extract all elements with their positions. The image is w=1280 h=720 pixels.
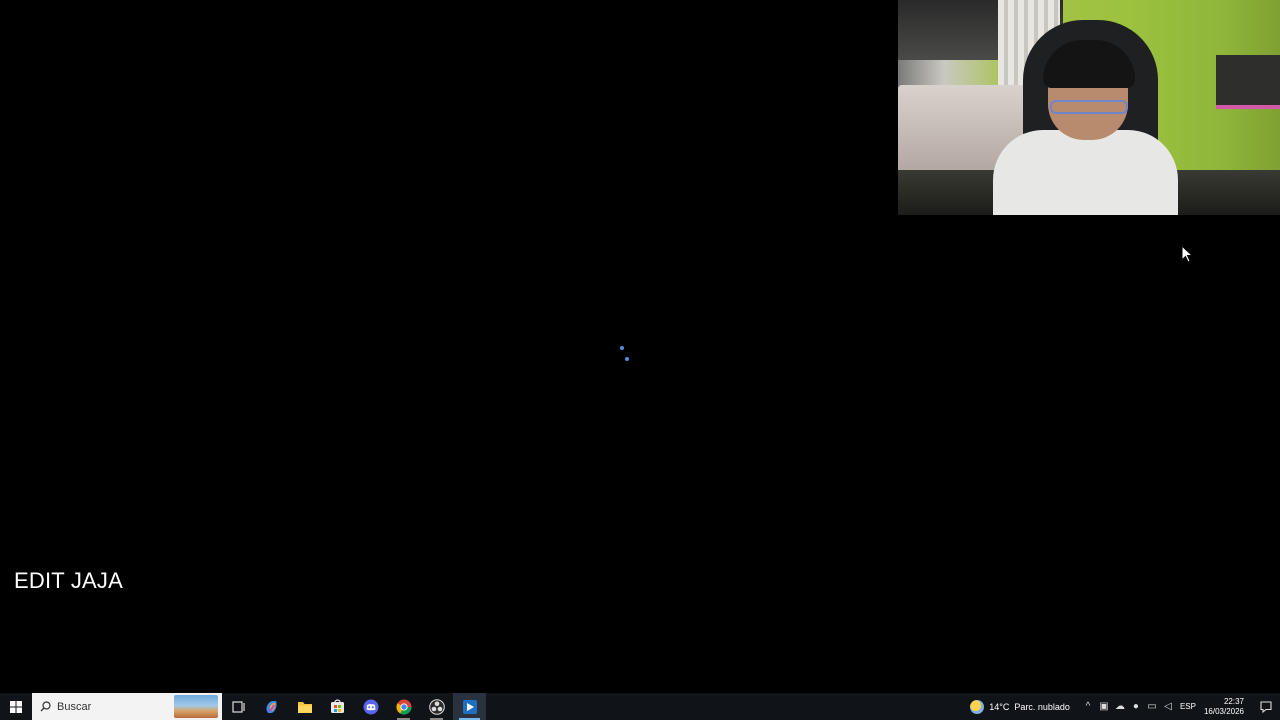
taskbar-clock[interactable]: 22:37 16/03/2026 [1204, 697, 1244, 717]
notification-icon [1260, 700, 1272, 713]
task-view-icon [231, 700, 245, 713]
clock-time: 22:37 [1223, 696, 1244, 706]
speaker-icon[interactable]: ◁ [1160, 701, 1176, 712]
search-highlight-image [174, 695, 218, 718]
task-view-button[interactable] [222, 693, 255, 720]
start-button[interactable] [0, 693, 32, 720]
webcam-person-glasses [1050, 100, 1128, 114]
webcam-overlay [898, 0, 1280, 215]
active-app-button[interactable] [453, 693, 486, 720]
loading-spinner-dot [620, 346, 624, 350]
cloud-sync-icon[interactable]: ☁ [1112, 701, 1128, 712]
webcam-person-shirt [993, 130, 1178, 215]
chrome-button[interactable] [387, 693, 420, 720]
microsoft-store-icon [331, 699, 344, 713]
desktop-screen: EDIT JAJA Buscar 14°C Parc. nublado ^ ▣ … [0, 0, 1280, 720]
discord-button[interactable] [354, 693, 387, 720]
taskbar-search-box[interactable]: Buscar [32, 693, 222, 720]
discord-icon [363, 699, 378, 714]
loading-spinner-dot [625, 357, 629, 361]
obs-button[interactable] [420, 693, 453, 720]
weather-widget[interactable]: 14°C Parc. nublado [970, 699, 1070, 714]
weather-partly-cloudy-icon [970, 699, 985, 714]
stream-caption: EDIT JAJA [14, 568, 123, 593]
weather-temperature: 14°C [989, 701, 1010, 712]
mouse-cursor-icon [1181, 245, 1193, 263]
taskbar: Buscar 14°C Parc. nublado ^ ▣ ☁ ● ▭ ◁ ES… [0, 693, 1280, 720]
input-language[interactable]: ESP [1180, 702, 1196, 711]
network-icon[interactable]: ▭ [1144, 701, 1160, 712]
windows-logo-icon [10, 700, 22, 713]
system-tray: 14°C Parc. nublado ^ ▣ ☁ ● ▭ ◁ ESP 22:37… [970, 693, 1280, 720]
chrome-icon [395, 699, 411, 715]
microsoft-store-button[interactable] [321, 693, 354, 720]
chevron-up-icon[interactable]: ^ [1080, 701, 1096, 712]
copilot-button[interactable] [255, 693, 288, 720]
weather-condition: Parc. nublado [1014, 701, 1070, 712]
obs-icon [428, 698, 445, 715]
file-explorer-button[interactable] [288, 693, 321, 720]
webcam-shelf [1216, 55, 1280, 109]
active-app-icon [462, 699, 477, 714]
file-explorer-icon [297, 701, 312, 713]
notification-center-button[interactable] [1252, 693, 1280, 720]
copilot-icon [265, 700, 277, 713]
clock-date: 16/03/2026 [1203, 706, 1244, 716]
camera-icon[interactable]: ▣ [1096, 701, 1112, 712]
search-icon [40, 701, 51, 712]
microphone-icon[interactable]: ● [1128, 701, 1144, 712]
search-placeholder: Buscar [57, 700, 92, 713]
